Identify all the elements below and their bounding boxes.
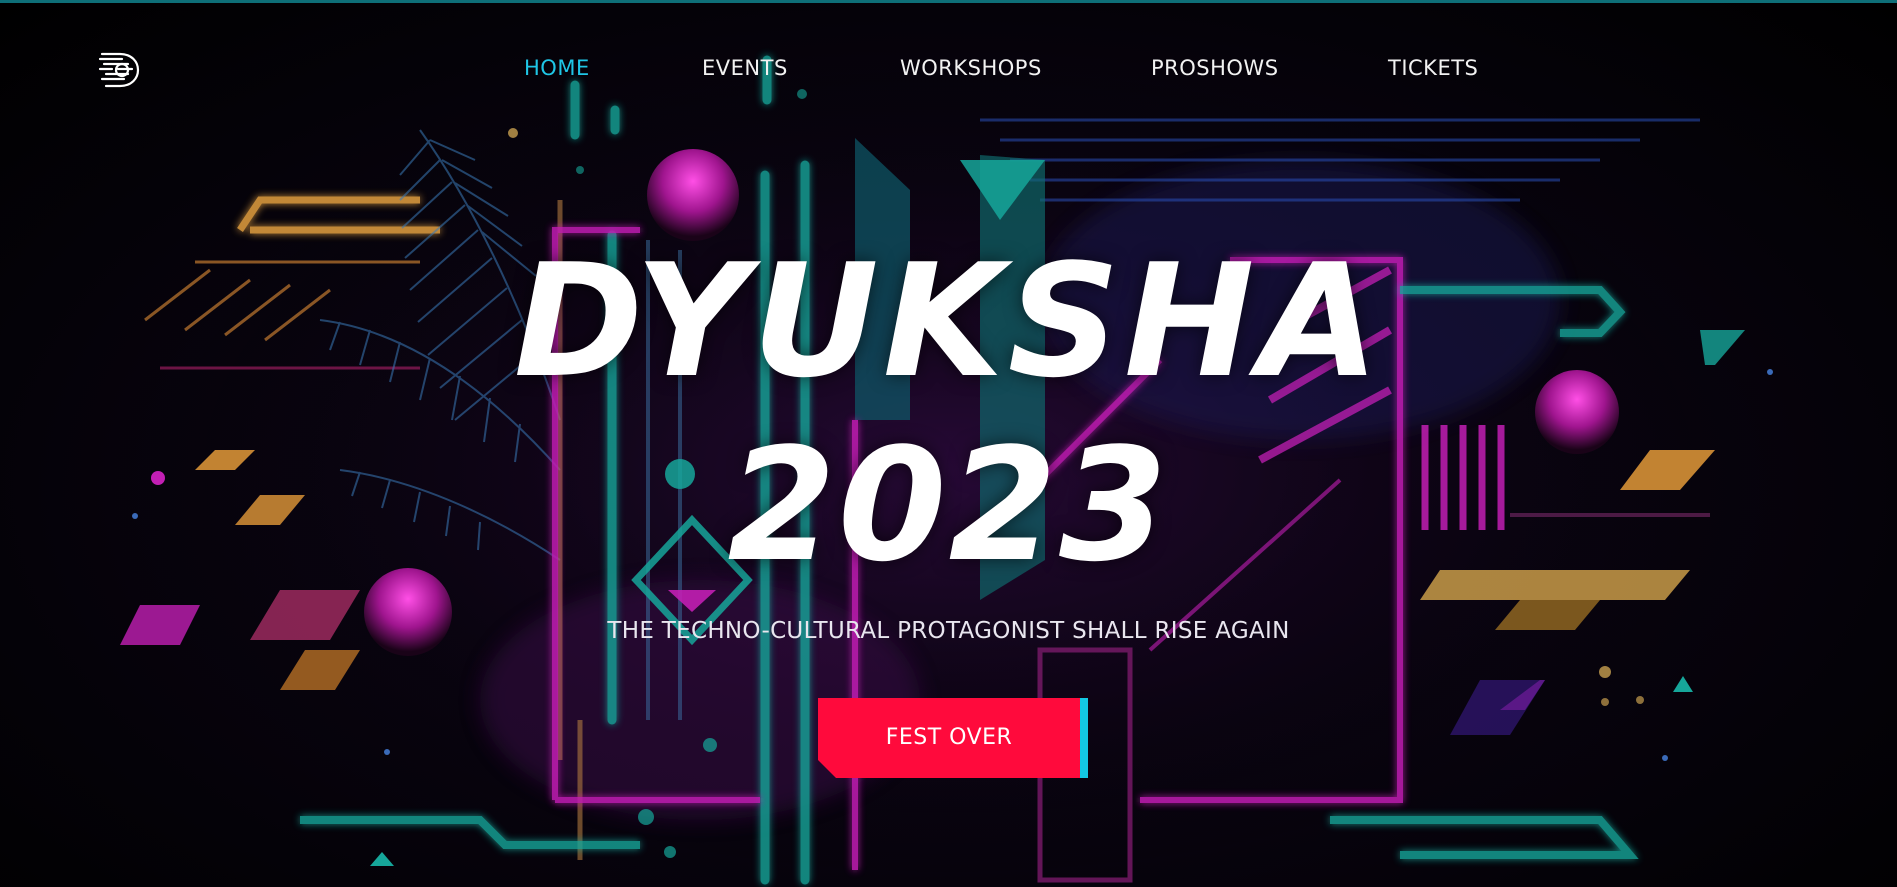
hero-tagline: THE TECHNO-CULTURAL PROTAGONIST SHALL RI…: [607, 618, 1290, 644]
cta-label: FEST OVER: [885, 725, 1013, 750]
nav-events-link[interactable]: EVENTS: [702, 56, 788, 80]
hero-title-name: DYUKSHA: [513, 230, 1384, 412]
nav-tickets-link[interactable]: TICKETS: [1388, 56, 1478, 80]
fest-over-button[interactable]: FEST OVER: [818, 698, 1088, 778]
cta-accent-edge: [1080, 698, 1088, 778]
dyuksha-logo-icon[interactable]: [98, 50, 142, 90]
hero-title-year: 2023: [727, 414, 1170, 596]
landing-page: HOME EVENTS WORKSHOPS PROSHOWS TICKETS D…: [0, 0, 1897, 887]
top-navbar: HOME EVENTS WORKSHOPS PROSHOWS TICKETS: [0, 0, 1897, 140]
nav-workshops-link[interactable]: WORKSHOPS: [900, 56, 1042, 80]
nav-home-link[interactable]: HOME: [524, 56, 590, 80]
nav-proshows-link[interactable]: PROSHOWS: [1151, 56, 1279, 80]
